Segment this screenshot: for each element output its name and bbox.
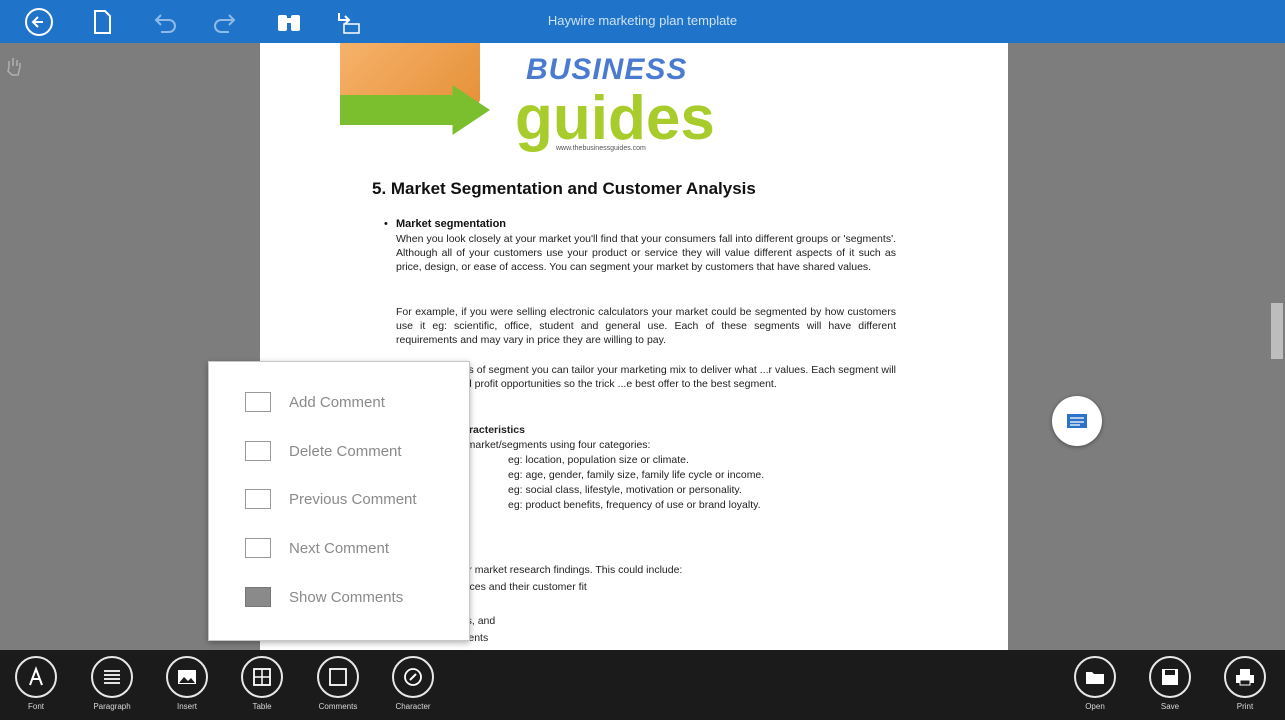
back-icon[interactable] — [23, 6, 55, 38]
section-heading: 5. Market Segmentation and Customer Anal… — [372, 179, 756, 198]
vertical-scrollbar[interactable] — [1271, 303, 1283, 359]
appbar-label: Open — [1085, 702, 1105, 711]
appbar-label: Font — [27, 702, 44, 711]
undo-icon[interactable] — [148, 6, 180, 38]
paragraph-icon — [104, 670, 120, 684]
menu-item-label: Next Comment — [289, 539, 390, 557]
list-item: eg: age, gender, family size, family lif… — [508, 469, 765, 481]
paragraph: When you look closely at your market you… — [396, 233, 896, 273]
comments-icon — [329, 668, 347, 686]
list-item: eg: location, population size or climate… — [508, 454, 689, 466]
appbar-insert-button[interactable]: Insert — [157, 656, 217, 720]
keyboard-icon — [1067, 414, 1087, 428]
appbar-label: Insert — [176, 702, 197, 711]
find-icon[interactable] — [273, 6, 305, 38]
menu-item-label: Add Comment — [289, 393, 385, 411]
delete-comment-icon — [245, 441, 271, 461]
next-comment-icon — [245, 538, 271, 558]
logo-business-text: BUSINESS — [526, 53, 688, 86]
appbar-comments-button[interactable]: Comments — [308, 656, 368, 720]
add-comment-icon — [245, 392, 271, 412]
open-folder-icon — [1086, 672, 1104, 684]
logo-guides-text: guides — [515, 84, 715, 153]
appbar-save-button[interactable]: Save — [1140, 656, 1200, 720]
appbar-paragraph-button[interactable]: Paragraph — [82, 656, 142, 720]
menu-item-show-comments[interactable]: Show Comments — [209, 573, 469, 621]
list-item: ...trends and events — [396, 632, 489, 644]
logo-tagline: www.thebusinessguides.com — [556, 145, 646, 152]
right-canvas-area — [1008, 43, 1285, 650]
hand-tool-icon[interactable] — [5, 55, 23, 77]
appbar-print-button[interactable]: Print — [1215, 656, 1275, 720]
show-comments-icon — [245, 587, 271, 607]
list-item: eg: social class, lifestyle, motivation … — [508, 484, 742, 496]
list-item: ...characteristics, and — [396, 615, 496, 627]
appbar-label: Save — [1160, 702, 1180, 711]
bullet-dot: • — [384, 218, 388, 230]
appbar-label: Character — [395, 702, 431, 711]
paragraph: ...segment characteristics — [396, 424, 525, 436]
insert-image-icon — [178, 670, 196, 684]
paragraph: ...ding the needs of segment you can tai… — [396, 364, 896, 390]
appbar-label: Print — [1236, 702, 1254, 711]
font-icon — [29, 666, 43, 686]
document-title: Haywire marketing plan template — [547, 13, 738, 28]
bottom-appbar: Font Paragraph Insert Table Comments Cha… — [0, 650, 1285, 720]
previous-comment-icon — [245, 489, 271, 509]
menu-item-label: Previous Comment — [289, 490, 417, 508]
comment-fab[interactable] — [1052, 396, 1102, 446]
menu-item-label: Show Comments — [289, 588, 404, 606]
goto-page-icon[interactable] — [333, 6, 365, 38]
appbar-label: Comments — [318, 702, 358, 711]
print-icon — [1236, 669, 1254, 686]
appbar-label: Table — [252, 702, 272, 711]
comment-context-menu: Add Comment Delete Comment Previous Comm… — [208, 361, 470, 641]
menu-item-delete-comment[interactable]: Delete Comment — [209, 427, 469, 475]
character-icon — [404, 668, 422, 686]
paragraph: For example, if you were selling electro… — [396, 306, 896, 346]
appbar-label: Paragraph — [93, 702, 131, 711]
redo-icon[interactable] — [210, 6, 242, 38]
menu-item-add-comment[interactable]: Add Comment — [209, 378, 469, 426]
appbar-character-button[interactable]: Character — [383, 656, 443, 720]
table-icon — [253, 668, 271, 686]
list-item: ...ucts and services and their customer … — [396, 581, 587, 593]
appbar-font-button[interactable]: Font — [6, 656, 66, 720]
top-toolbar: Haywire marketing plan template — [0, 0, 1285, 43]
paragraph: ...rch findings — [396, 547, 896, 561]
menu-item-next-comment[interactable]: Next Comment — [209, 524, 469, 572]
paragraph: ...e your target market/segments using f… — [396, 439, 651, 451]
paragraph: ...mmary of your market research finding… — [396, 564, 683, 576]
menu-item-previous-comment[interactable]: Previous Comment — [209, 475, 469, 523]
list-item: ...profiles — [396, 597, 896, 611]
menu-item-label: Delete Comment — [289, 442, 402, 460]
appbar-open-button[interactable]: Open — [1065, 656, 1125, 720]
save-icon — [1162, 669, 1178, 685]
document-icon[interactable] — [86, 6, 118, 38]
appbar-table-button[interactable]: Table — [232, 656, 292, 720]
list-item: eg: product benefits, frequency of use o… — [508, 499, 761, 511]
bullet-title: Market segmentation — [396, 218, 507, 230]
